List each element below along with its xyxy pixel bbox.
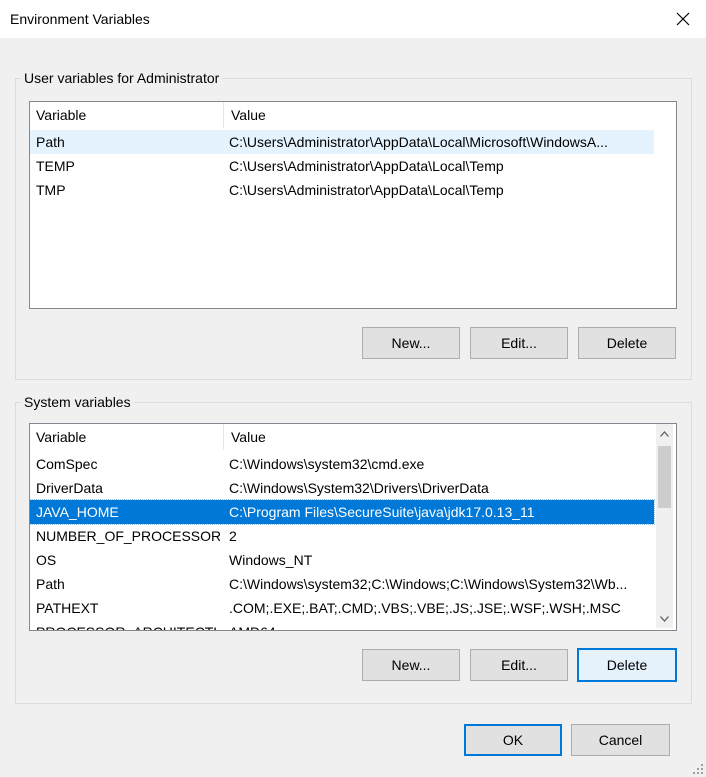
system-new-button[interactable]: New...: [362, 649, 460, 681]
variable-name: JAVA_HOME: [36, 504, 119, 520]
table-row[interactable]: PROCESSOR_ARCHITECTURE AMD64: [30, 620, 654, 630]
chevron-up-icon: [660, 430, 669, 437]
variable-name: OS: [36, 552, 57, 568]
variable-name: PROCESSOR_ARCHITECTURE: [36, 620, 220, 630]
window-title: Environment Variables: [10, 11, 150, 27]
variable-name: Path: [36, 576, 65, 592]
variable-name: TEMP: [36, 158, 75, 174]
variable-value: C:\Windows\system32;C:\Windows;C:\Window…: [229, 576, 628, 592]
table-row-selected[interactable]: JAVA_HOME C:\Program Files\SecureSuite\j…: [30, 499, 655, 525]
variable-value: C:\Windows\system32\cmd.exe: [229, 456, 425, 472]
system-delete-button[interactable]: Delete: [577, 648, 677, 682]
table-row[interactable]: TMP C:\Users\Administrator\AppData\Local…: [30, 178, 654, 202]
column-header-variable[interactable]: Variable: [30, 424, 224, 450]
variable-name: TMP: [36, 182, 66, 198]
user-delete-button[interactable]: Delete: [578, 327, 676, 359]
cancel-button[interactable]: Cancel: [571, 724, 670, 756]
system-edit-button[interactable]: Edit...: [470, 649, 568, 681]
column-header-value[interactable]: Value: [225, 424, 266, 450]
variable-value: C:\Users\Administrator\AppData\Local\Tem…: [229, 158, 504, 174]
column-header-variable[interactable]: Variable: [30, 102, 224, 128]
table-row[interactable]: Path C:\Windows\system32;C:\Windows;C:\W…: [30, 572, 654, 596]
variable-name: PATHEXT: [36, 600, 99, 616]
list-header: Variable Value: [30, 102, 676, 128]
scroll-up-button[interactable]: [656, 425, 673, 442]
scroll-down-button[interactable]: [656, 610, 673, 627]
variable-value: C:\Program Files\SecureSuite\java\jdk17.…: [229, 504, 535, 520]
resize-grip-icon[interactable]: [692, 763, 704, 775]
table-row[interactable]: TEMP C:\Users\Administrator\AppData\Loca…: [30, 154, 654, 178]
table-row[interactable]: PATHEXT .COM;.EXE;.BAT;.CMD;.VBS;.VBE;.J…: [30, 596, 654, 620]
variable-value: C:\Users\Administrator\AppData\Local\Tem…: [229, 182, 504, 198]
scroll-thumb[interactable]: [658, 446, 671, 508]
user-edit-button[interactable]: Edit...: [470, 327, 568, 359]
system-variables-list[interactable]: Variable Value ComSpec C:\Windows\system…: [29, 423, 677, 631]
ok-button[interactable]: OK: [464, 724, 562, 756]
close-icon: [676, 12, 690, 26]
table-row[interactable]: NUMBER_OF_PROCESSORS 2: [30, 524, 654, 548]
table-row[interactable]: DriverData C:\Windows\System32\Drivers\D…: [30, 476, 654, 500]
variable-value: Windows_NT: [229, 552, 313, 568]
system-variables-label: System variables: [21, 394, 134, 410]
table-row[interactable]: ComSpec C:\Windows\system32\cmd.exe: [30, 452, 654, 476]
close-button[interactable]: [660, 0, 706, 38]
variable-value: AMD64: [229, 620, 276, 630]
variable-name: DriverData: [36, 480, 103, 496]
variable-value: C:\Users\Administrator\AppData\Local\Mic…: [229, 134, 608, 150]
variable-value: .COM;.EXE;.BAT;.CMD;.VBS;.VBE;.JS;.JSE;.…: [229, 600, 621, 616]
column-header-value[interactable]: Value: [225, 102, 266, 128]
variable-name: Path: [36, 134, 65, 150]
chevron-down-icon: [660, 615, 669, 622]
title-bar: Environment Variables: [0, 0, 706, 38]
table-row[interactable]: OS Windows_NT: [30, 548, 654, 572]
variable-value: C:\Windows\System32\Drivers\DriverData: [229, 480, 489, 496]
user-variables-label: User variables for Administrator: [21, 70, 223, 86]
user-variables-list[interactable]: Variable Value Path C:\Users\Administrat…: [29, 101, 677, 309]
list-header: Variable Value: [30, 424, 676, 450]
user-new-button[interactable]: New...: [362, 327, 460, 359]
vertical-scrollbar[interactable]: [656, 424, 673, 628]
variable-name: ComSpec: [36, 456, 98, 472]
variable-name: NUMBER_OF_PROCESSORS: [36, 528, 220, 544]
variable-value: 2: [229, 528, 237, 544]
table-row[interactable]: Path C:\Users\Administrator\AppData\Loca…: [30, 130, 654, 154]
